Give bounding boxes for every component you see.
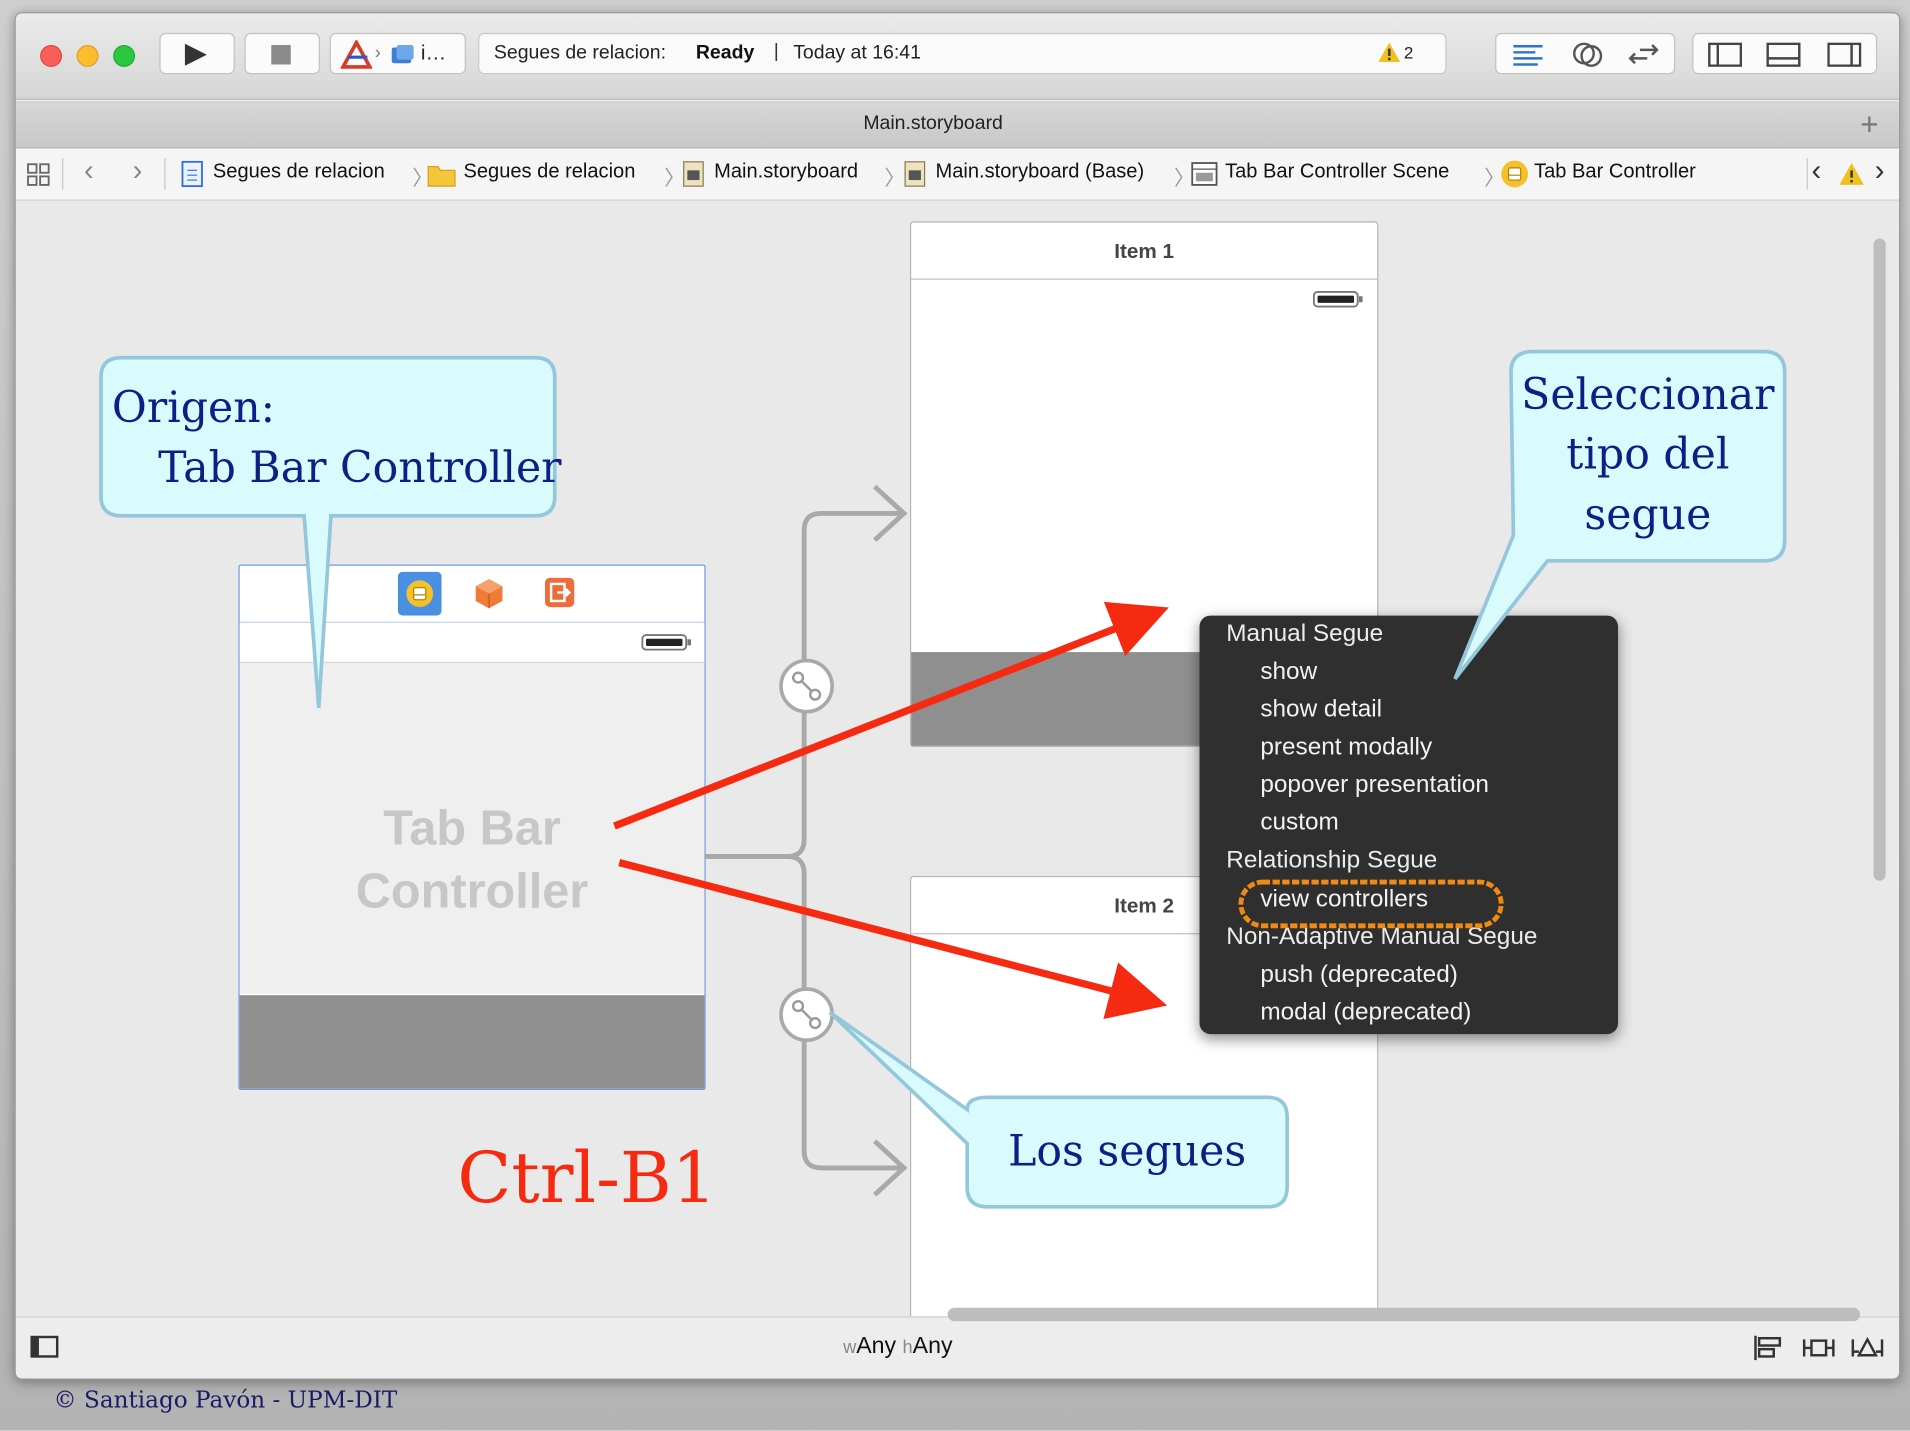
shortcut-label: Ctrl-B1 (457, 1136, 717, 1219)
select-line-1: Seleccionar (1521, 371, 1775, 420)
red-arrow-to-item1 (613, 601, 1169, 830)
segues-label: Los segues (1008, 1127, 1247, 1177)
copyright-footer: © Santiago Pavón - UPM-DIT (53, 1386, 398, 1414)
origen-label: Origen: (111, 384, 276, 434)
annotation-overlay (99, 349, 1787, 1209)
origen-target: Tab Bar Controller (158, 444, 562, 493)
select-line-3: segue (1584, 491, 1712, 541)
red-arrow-to-item2 (618, 859, 1168, 1020)
segues-callout-bubble (828, 1010, 1289, 1209)
select-line-2: tipo del (1566, 430, 1730, 480)
view-controllers-highlight (1238, 879, 1504, 929)
